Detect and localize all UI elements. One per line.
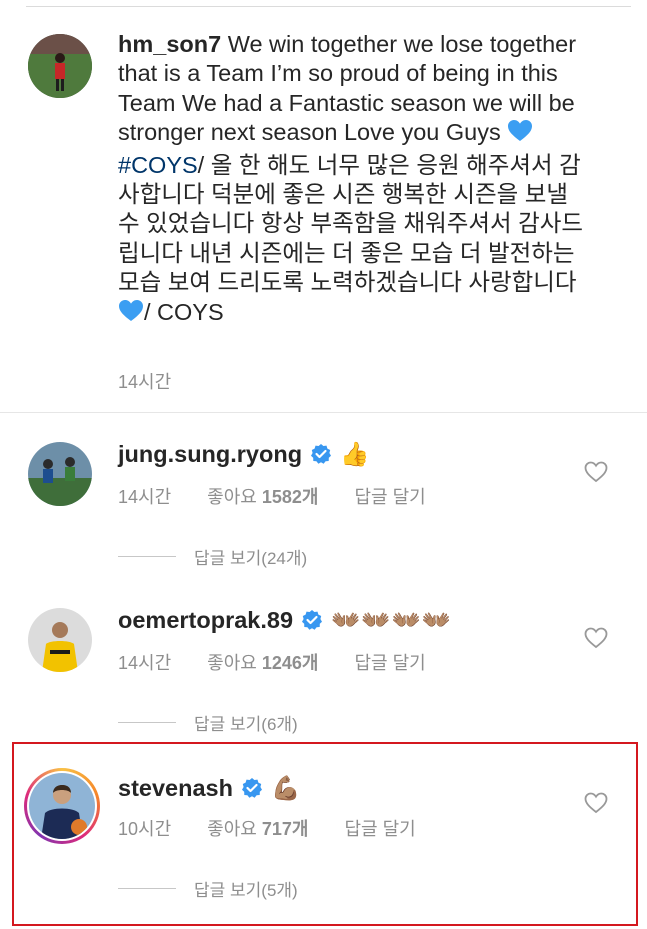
hm-son7-avatar[interactable] <box>28 34 92 98</box>
likes-count: 1582개 <box>261 487 319 507</box>
comment-2-emoji: 👐🏽👐🏽👐🏽👐🏽 <box>331 607 453 633</box>
caption-text-end: / COYS <box>144 298 224 325</box>
comment-3-likes[interactable]: 좋아요 717개 <box>207 815 308 841</box>
comment-2-time: 14시간 <box>118 653 172 673</box>
blue-heart-icon <box>507 119 533 150</box>
replies-line <box>118 556 176 557</box>
like-heart-icon[interactable] <box>584 461 608 483</box>
like-heart-icon[interactable] <box>584 627 608 649</box>
jung-sung-ryong-avatar[interactable] <box>28 442 92 506</box>
comment-2-header: oemertoprak.89 👐🏽👐🏽👐🏽👐🏽 <box>118 606 452 634</box>
comment-1-reply-button[interactable]: 답글 달기 <box>354 483 425 509</box>
hashtag-coys[interactable]: #COYS <box>118 152 198 178</box>
comment-1-header: jung.sung.ryong 👍 <box>118 440 369 468</box>
comment-3-meta: 10시간 좋아요 717개 답글 달기 <box>118 815 416 841</box>
likes-count: 717개 <box>261 819 309 839</box>
comment-2-reply-button[interactable]: 답글 달기 <box>354 649 425 675</box>
comment-1-meta: 14시간 좋아요 1582개 답글 달기 <box>118 483 426 509</box>
oemertoprak-avatar[interactable] <box>28 608 92 672</box>
comment-3-emoji: 💪🏽 <box>270 775 301 801</box>
comment-3-header: stevenash 💪🏽 <box>118 774 300 802</box>
post-username[interactable]: hm_son7 <box>118 31 221 57</box>
story-ring[interactable] <box>24 768 100 844</box>
comment-3-reply-button[interactable]: 답글 달기 <box>344 815 415 841</box>
comment-1-username[interactable]: jung.sung.ryong <box>118 441 302 468</box>
post-caption: hm_son7 We win together we lose together… <box>118 30 588 330</box>
comment-1-view-replies[interactable]: 답글 보기(24개) <box>118 544 307 569</box>
comment-2-meta: 14시간 좋아요 1246개 답글 달기 <box>118 649 426 675</box>
comment-2-username[interactable]: oemertoprak.89 <box>118 607 293 634</box>
like-heart-icon[interactable] <box>584 792 608 814</box>
comment-2-likes[interactable]: 좋아요 1246개 <box>207 649 318 675</box>
top-divider <box>26 6 631 7</box>
view-replies-label: 답글 보기(6개) <box>194 715 298 734</box>
comment-1-emoji: 👍 <box>340 441 370 467</box>
likes-count: 1246개 <box>261 653 319 673</box>
view-replies-label: 답글 보기(5개) <box>194 881 298 900</box>
verified-badge-icon <box>241 777 263 799</box>
replies-line <box>118 888 176 889</box>
section-divider <box>0 412 647 413</box>
comment-3-time: 10시간 <box>118 819 172 839</box>
blue-heart-icon <box>118 299 144 330</box>
comment-3-username[interactable]: stevenash <box>118 775 233 802</box>
likes-label: 좋아요 <box>207 819 257 839</box>
replies-line <box>118 722 176 723</box>
comment-1-time: 14시간 <box>118 487 172 507</box>
likes-label: 좋아요 <box>207 653 257 673</box>
view-replies-label: 답글 보기(24개) <box>194 549 308 568</box>
likes-label: 좋아요 <box>207 487 257 507</box>
verified-badge-icon <box>310 443 332 465</box>
verified-badge-icon <box>301 609 323 631</box>
stevenash-avatar[interactable] <box>29 773 95 839</box>
comment-2-view-replies[interactable]: 답글 보기(6개) <box>118 710 298 735</box>
post-timestamp: 14시간 <box>118 372 172 392</box>
comment-3-view-replies[interactable]: 답글 보기(5개) <box>118 876 298 901</box>
comment-1-likes[interactable]: 좋아요 1582개 <box>207 483 318 509</box>
